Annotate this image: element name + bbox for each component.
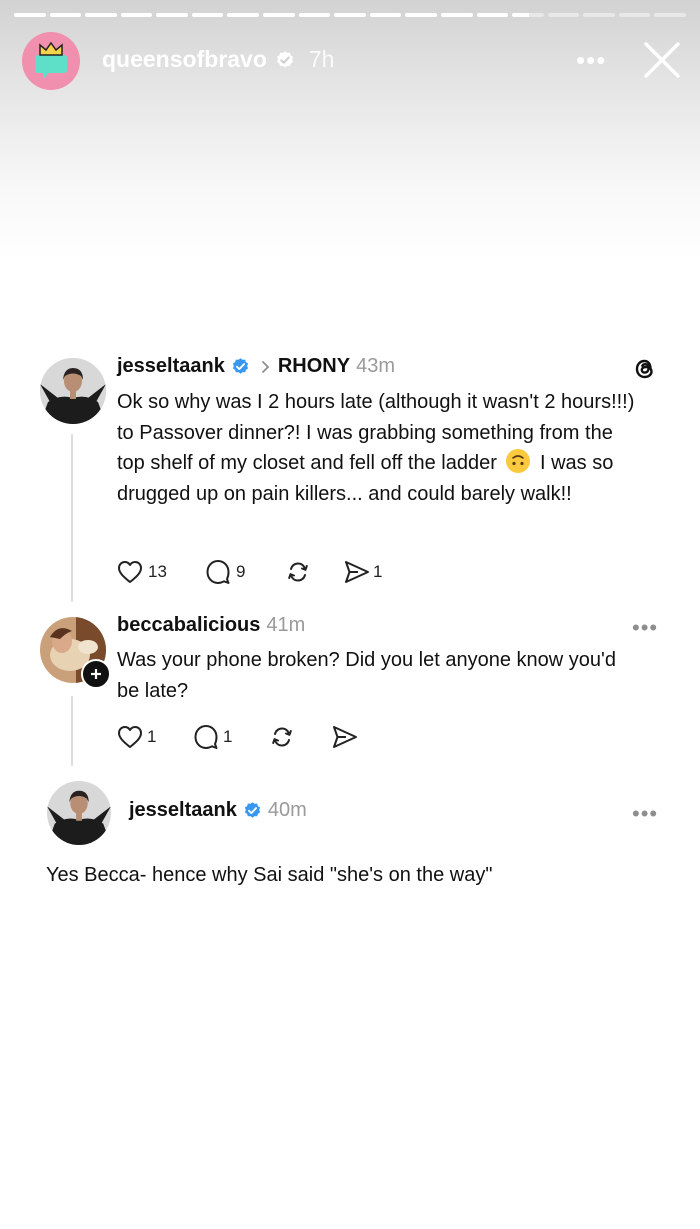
thread-connector-line bbox=[71, 434, 73, 602]
profile-photo bbox=[40, 358, 106, 424]
reply-button[interactable]: 1 bbox=[193, 724, 269, 750]
follow-plus-icon[interactable] bbox=[81, 659, 111, 689]
story-progress-segment bbox=[440, 13, 473, 17]
share-button[interactable] bbox=[331, 724, 359, 750]
post-actions: 13 9 1 bbox=[117, 559, 382, 585]
reply-count: 9 bbox=[236, 562, 246, 581]
verified-badge-icon bbox=[276, 50, 293, 68]
reply-username[interactable]: beccabalicious bbox=[117, 614, 260, 637]
like-count: 13 bbox=[148, 562, 167, 581]
story-progress-segment bbox=[298, 13, 331, 17]
story-top-shade bbox=[0, 0, 700, 260]
crown-chat-logo-icon bbox=[35, 41, 67, 79]
story-progress-segment bbox=[547, 13, 580, 17]
story-progress-segment bbox=[476, 13, 509, 17]
verified-badge-icon bbox=[244, 802, 260, 818]
story-more-options-icon[interactable]: ••• bbox=[576, 47, 606, 73]
reply-text: Was your phone broken? Did you let anyon… bbox=[117, 649, 616, 702]
topic-tag[interactable]: RHONY bbox=[278, 355, 350, 378]
repost-icon bbox=[288, 562, 308, 582]
story-progress-segment bbox=[263, 13, 295, 17]
story-progress-segment bbox=[49, 13, 82, 17]
thread-connector-line bbox=[71, 696, 73, 766]
story-username[interactable]: queensofbravo bbox=[102, 46, 267, 73]
share-count: 1 bbox=[373, 562, 383, 581]
post-text: Ok so why was I 2 hours late (although i… bbox=[117, 387, 642, 509]
story-avatar[interactable] bbox=[22, 32, 80, 90]
reply-actions: 1 1 bbox=[117, 724, 359, 750]
send-icon bbox=[345, 561, 369, 583]
repost-button[interactable] bbox=[285, 559, 343, 585]
story-progress-segment bbox=[156, 13, 188, 17]
reply-time: 41m bbox=[266, 614, 306, 636]
post-username[interactable]: jesseltaank bbox=[117, 355, 225, 378]
story-progress-segment bbox=[583, 13, 615, 17]
story-time: 7h bbox=[308, 46, 335, 72]
answer-header: jesseltaank 40m bbox=[129, 799, 307, 822]
reply-more-options-icon[interactable]: ••• bbox=[632, 615, 658, 641]
like-count: 1 bbox=[147, 727, 157, 746]
repost-button[interactable] bbox=[269, 724, 331, 750]
verified-badge-icon bbox=[232, 358, 248, 374]
answer-text: Yes Becca- hence why Sai said "she's on … bbox=[46, 864, 493, 886]
answer-more-options-icon[interactable]: ••• bbox=[632, 801, 658, 827]
repost-icon bbox=[272, 727, 292, 747]
story-progress-segment bbox=[512, 13, 544, 17]
reply-button[interactable]: 9 bbox=[205, 559, 285, 585]
heart-icon bbox=[118, 726, 142, 748]
like-button[interactable]: 13 bbox=[117, 560, 205, 584]
close-icon[interactable] bbox=[642, 40, 682, 80]
story-progress-segment bbox=[654, 13, 686, 17]
post-time: 43m bbox=[356, 355, 395, 377]
story-header[interactable]: queensofbravo 7h bbox=[102, 46, 334, 73]
reply-count: 1 bbox=[223, 727, 233, 746]
story-progress-bar bbox=[14, 13, 686, 17]
like-button[interactable]: 1 bbox=[117, 725, 193, 749]
threads-logo-icon bbox=[635, 359, 653, 379]
chevron-right-icon bbox=[261, 360, 270, 373]
story-progress-segment bbox=[120, 13, 153, 17]
story-progress-segment bbox=[14, 13, 46, 17]
upside-down-face-emoji-icon bbox=[506, 449, 531, 473]
heart-icon bbox=[118, 561, 142, 583]
avatar[interactable] bbox=[47, 781, 111, 845]
story-progress-segment bbox=[334, 13, 366, 17]
comment-icon bbox=[194, 725, 218, 749]
answer-username[interactable]: jesseltaank bbox=[129, 799, 237, 822]
threads-post-card[interactable]: jesseltaank RHONY 43m Ok so why was I 2 … bbox=[25, 338, 675, 900]
answer-time: 40m bbox=[267, 799, 307, 821]
story-progress-segment bbox=[85, 13, 117, 17]
story-progress-segment bbox=[227, 13, 260, 17]
story-progress-segment bbox=[405, 13, 437, 17]
profile-photo bbox=[47, 781, 111, 845]
share-button[interactable]: 1 bbox=[343, 559, 382, 585]
comment-icon bbox=[206, 560, 230, 584]
avatar[interactable] bbox=[40, 358, 106, 424]
story-progress-segment bbox=[369, 13, 402, 17]
post-header: jesseltaank RHONY 43m bbox=[117, 355, 395, 378]
story-progress-segment bbox=[191, 13, 224, 17]
reply-header: beccabalicious 41m bbox=[117, 614, 305, 637]
send-icon bbox=[333, 726, 357, 748]
story-progress-segment bbox=[618, 13, 651, 17]
